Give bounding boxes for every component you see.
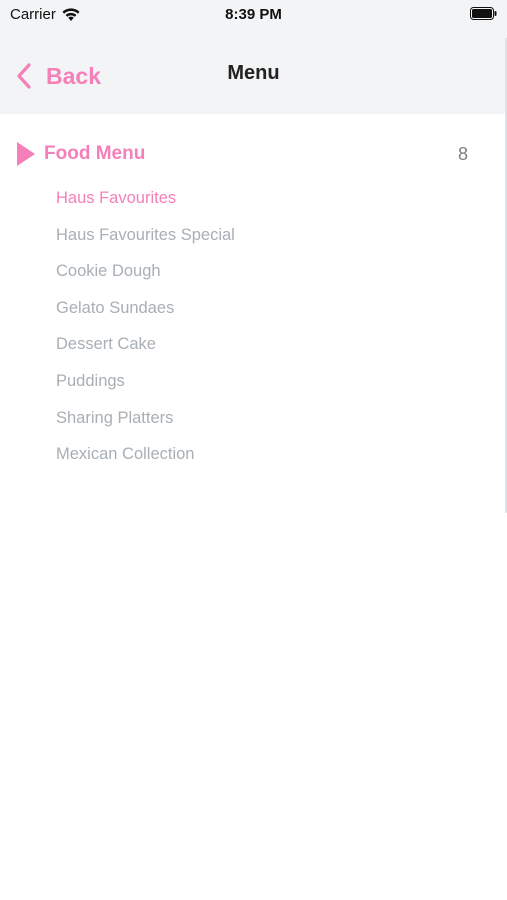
menu-item-puddings[interactable]: Puddings	[56, 363, 476, 400]
status-bar: Carrier 8:39 PM	[0, 0, 507, 38]
menu-item-sharing-platters[interactable]: Sharing Platters	[56, 400, 476, 437]
menu-item-gelato-sundaes[interactable]: Gelato Sundaes	[56, 290, 476, 327]
play-icon	[17, 142, 35, 166]
page-title: Menu	[227, 62, 280, 84]
menu-item-haus-favourites[interactable]: Haus Favourites	[56, 180, 476, 217]
navigation-bar: Back Menu	[0, 38, 507, 114]
status-time: 8:39 PM	[225, 6, 282, 23]
menu-item-cookie-dough[interactable]: Cookie Dough	[56, 253, 476, 290]
menu-category-list: Haus Favourites Haus Favourites Special …	[56, 180, 476, 473]
menu-item-mexican-collection[interactable]: Mexican Collection	[56, 436, 476, 473]
menu-item-haus-favourites-special[interactable]: Haus Favourites Special	[56, 217, 476, 254]
section-title: Food Menu	[44, 143, 146, 164]
menu-item-dessert-cake[interactable]: Dessert Cake	[56, 326, 476, 363]
food-menu-section-header[interactable]: Food Menu 8	[0, 132, 507, 176]
section-count: 8	[457, 144, 468, 164]
battery-icon	[470, 7, 497, 20]
